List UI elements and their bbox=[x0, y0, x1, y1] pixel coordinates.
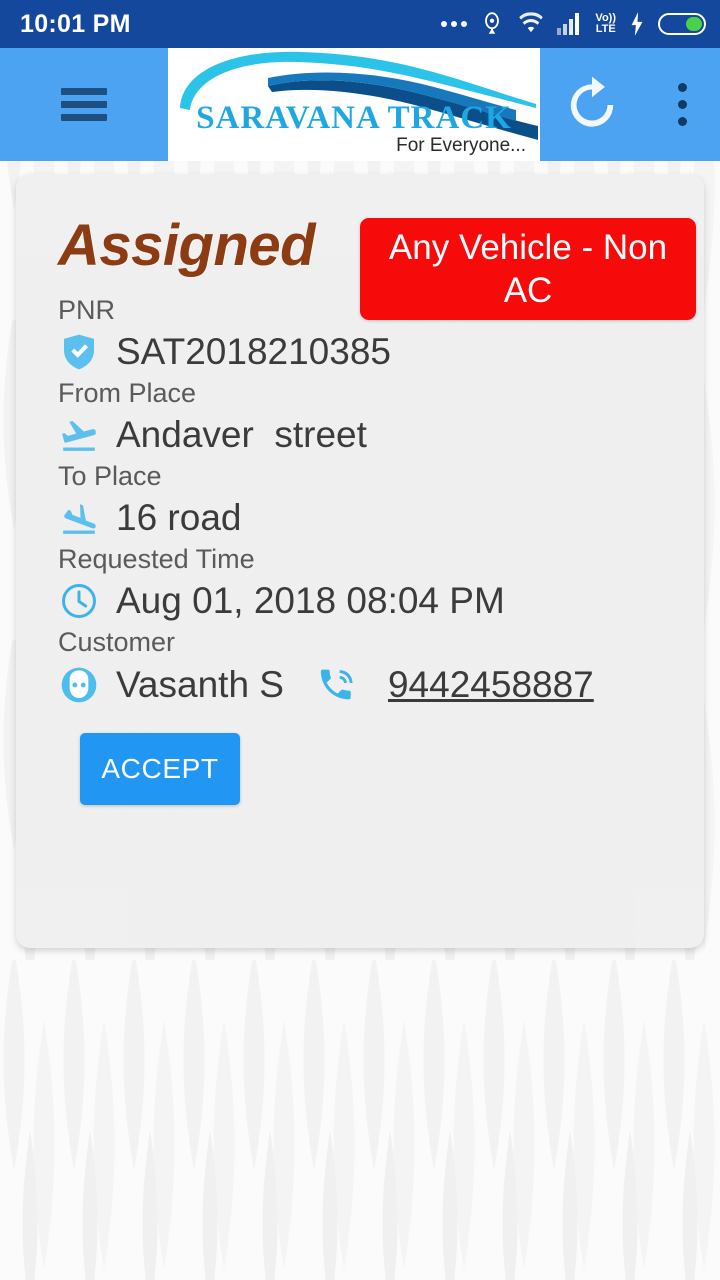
field-value-from-place: Andaver street bbox=[116, 414, 367, 455]
field-value-requested-time: Aug 01, 2018 08:04 PM bbox=[116, 580, 505, 621]
refresh-icon bbox=[570, 76, 614, 127]
status-icon-tray: Vo)) LTE bbox=[441, 11, 706, 37]
battery-icon bbox=[658, 13, 706, 35]
field-to-place: To Place 16 road bbox=[16, 460, 704, 543]
flight-takeoff-icon bbox=[58, 414, 100, 456]
phone-in-talk-icon[interactable] bbox=[316, 664, 358, 706]
overflow-dot-icon bbox=[677, 83, 687, 92]
hamburger-menu-button[interactable] bbox=[0, 48, 168, 161]
field-label-from-place: From Place bbox=[58, 378, 197, 408]
logo-tagline-text: For Everyone... bbox=[396, 135, 526, 156]
verified-shield-icon bbox=[58, 331, 100, 373]
vehicle-type-badge[interactable]: Any Vehicle - Non AC bbox=[360, 218, 696, 320]
assigned-trip-card: Assigned Any Vehicle - Non AC PNR SAT201… bbox=[16, 174, 704, 948]
overflow-dot-icon bbox=[677, 100, 687, 109]
field-requested-time: Requested Time Aug 01, 2018 08:04 PM bbox=[16, 543, 704, 626]
app-bar: SARAVANA TRACK For Everyone... bbox=[0, 48, 720, 161]
volte-icon: Vo)) LTE bbox=[595, 13, 616, 35]
customer-name: Vasanth S bbox=[116, 664, 284, 705]
hotspot-icon bbox=[479, 11, 505, 37]
field-customer: Customer Vasanth S 9442458887 bbox=[16, 626, 704, 711]
field-value-to-place: 16 road bbox=[116, 497, 242, 538]
signal-icon bbox=[557, 13, 583, 35]
system-status-bar: 10:01 PM Vo)) LTE bbox=[0, 0, 720, 48]
volte-bottom-text: LTE bbox=[595, 23, 616, 35]
field-label-requested-time: Requested Time bbox=[58, 544, 255, 574]
wifi-icon bbox=[517, 11, 545, 37]
field-label-customer: Customer bbox=[58, 627, 176, 657]
overflow-dot-icon bbox=[677, 117, 687, 126]
face-icon bbox=[58, 664, 100, 706]
charging-bolt-icon bbox=[628, 11, 646, 37]
field-label-to-place: To Place bbox=[58, 461, 162, 491]
field-value-pnr: SAT2018210385 bbox=[116, 331, 391, 372]
app-bar-actions bbox=[540, 48, 720, 161]
hamburger-icon bbox=[61, 82, 107, 127]
app-logo: SARAVANA TRACK For Everyone... bbox=[168, 48, 540, 161]
trip-status-title: Assigned bbox=[58, 213, 316, 278]
status-clock: 10:01 PM bbox=[20, 9, 131, 38]
refresh-button[interactable] bbox=[556, 69, 628, 141]
accept-button[interactable]: ACCEPT bbox=[80, 733, 240, 805]
flight-land-icon bbox=[58, 497, 100, 539]
logo-title-text: SARAVANA TRACK bbox=[196, 100, 512, 136]
more-dots-icon bbox=[441, 21, 468, 27]
overflow-menu-button[interactable] bbox=[660, 69, 704, 141]
clock-icon bbox=[58, 580, 100, 622]
field-from-place: From Place Andaver street bbox=[16, 377, 704, 460]
customer-phone-link[interactable]: 9442458887 bbox=[388, 663, 594, 707]
